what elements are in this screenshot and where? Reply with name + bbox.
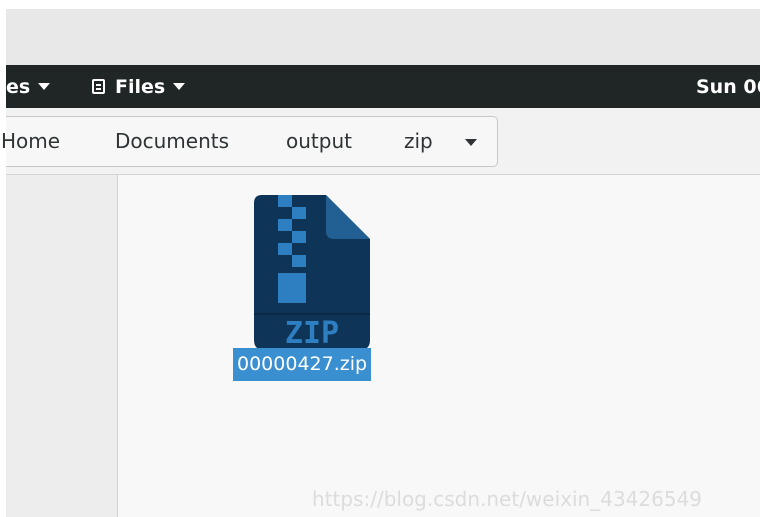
breadcrumb-output[interactable]: output bbox=[286, 117, 352, 166]
breadcrumb-home[interactable]: Home bbox=[1, 117, 60, 166]
activities-label: es bbox=[6, 75, 31, 98]
file-item-zip[interactable]: ZIP 00000427.zip bbox=[230, 193, 394, 383]
top-panel: es Files Sun 06 bbox=[6, 65, 760, 108]
activities-menu[interactable]: es bbox=[6, 65, 51, 108]
app-menu-label: Files bbox=[115, 75, 166, 98]
zip-icon-text: ZIP bbox=[285, 316, 339, 350]
app-menu-files[interactable]: Files bbox=[92, 65, 186, 108]
files-app-icon bbox=[92, 79, 105, 94]
sidebar bbox=[6, 175, 118, 517]
breadcrumb-documents[interactable]: Documents bbox=[115, 117, 229, 166]
watermark: https://blog.csdn.net/weixin_43426549 bbox=[312, 487, 703, 511]
zip-archive-icon: ZIP bbox=[254, 195, 370, 350]
file-view bbox=[118, 175, 760, 517]
breadcrumb-zip[interactable]: zip bbox=[404, 117, 433, 166]
file-name-label: 00000427.zip bbox=[233, 348, 372, 381]
clock[interactable]: Sun 06 bbox=[696, 65, 760, 108]
chevron-down-icon bbox=[173, 83, 186, 90]
window-titlebar-strip bbox=[6, 9, 760, 65]
toolbar: Home Documents output zip bbox=[1, 108, 760, 175]
chevron-down-icon[interactable] bbox=[465, 139, 477, 146]
clock-label: Sun 06 bbox=[696, 75, 760, 98]
breadcrumb: Home Documents output zip bbox=[1, 116, 498, 167]
chevron-down-icon bbox=[38, 83, 51, 90]
